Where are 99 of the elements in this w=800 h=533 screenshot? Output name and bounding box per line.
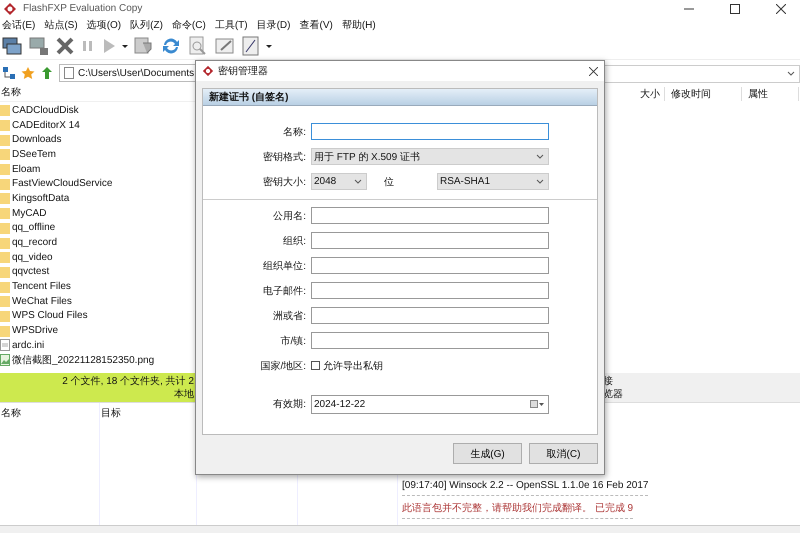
folder-icon xyxy=(0,104,10,116)
field-label: 有效期: xyxy=(272,398,307,411)
folder-icon xyxy=(0,148,10,160)
folder-icon xyxy=(0,280,10,293)
star-icon[interactable] xyxy=(21,66,35,80)
folder-icon xyxy=(0,207,10,220)
checkbox-label[interactable]: 允许导出私钥 xyxy=(323,358,383,372)
window-title: FlashFXP Evaluation Copy xyxy=(23,3,142,14)
folder-icon xyxy=(0,266,10,278)
menu-item[interactable]: 会话(E) xyxy=(2,18,36,32)
dialog-button[interactable]: 生成(G) xyxy=(453,443,522,464)
menu-item[interactable]: 查看(V) xyxy=(299,18,333,32)
field-label: 名称: xyxy=(282,126,307,138)
file-name[interactable]: WPSDrive xyxy=(12,325,58,336)
menu-item[interactable]: 选项(O) xyxy=(86,18,122,32)
section-header: 新建证书 (自签名) xyxy=(203,89,597,106)
file-name[interactable]: KingsoftData xyxy=(12,192,70,204)
folder-icon xyxy=(0,178,10,190)
tree-icon[interactable] xyxy=(2,66,16,80)
field-label: 市/镇: xyxy=(279,334,307,348)
date-field[interactable]: 2024-12-22 xyxy=(311,394,549,414)
chevron-down-icon xyxy=(787,71,795,77)
unit-label: 位 xyxy=(383,176,395,188)
folder-icon xyxy=(0,295,10,308)
field-label: 电子邮件: xyxy=(262,284,307,298)
field-label: 洲或省: xyxy=(272,310,307,322)
column-header[interactable]: 名称 xyxy=(0,403,100,525)
menu-item[interactable]: 站点(S) xyxy=(44,18,78,32)
text-field[interactable] xyxy=(311,232,549,249)
menu-item[interactable]: 工具(T) xyxy=(214,18,248,32)
disconnect-icon[interactable] xyxy=(28,36,50,56)
text-field[interactable] xyxy=(311,332,549,349)
dialog-title: 密钥管理器 xyxy=(218,64,268,78)
file-name[interactable]: WeChat Files xyxy=(12,296,72,307)
file-name[interactable]: CADCloudDisk xyxy=(12,104,79,116)
computer-icon[interactable] xyxy=(1,36,23,56)
maximize-icon[interactable] xyxy=(730,4,740,14)
column-header[interactable]: 修改时间 xyxy=(671,87,742,101)
status-text: 本地 xyxy=(174,388,194,400)
log-line: 此语言包并不完整，请帮助我们完成翻译。 已完成 9 xyxy=(402,502,634,519)
file-name[interactable]: ardc.ini xyxy=(12,340,44,351)
log-line: [09:17:40] Winsock 2.2 -- OpenSSL 1.1.0e 16 Feb 2017 xyxy=(402,479,648,496)
text-field[interactable] xyxy=(311,123,549,140)
app-logo-icon xyxy=(202,65,214,77)
status-text: 2 个文件, 18 个文件夹, 共计 2 xyxy=(62,374,194,388)
file-name[interactable]: qq_video xyxy=(12,252,53,263)
file-name[interactable]: DSeeTem xyxy=(12,148,56,160)
menu-item[interactable]: 命令(C) xyxy=(172,18,206,32)
column-header[interactable]: 名称 xyxy=(1,85,21,99)
field-label: 组织单位: xyxy=(262,260,307,272)
close-icon[interactable] xyxy=(776,4,786,14)
document-icon xyxy=(64,67,74,79)
file-name[interactable]: FastViewCloudService xyxy=(12,178,112,190)
field-label: 公用名: xyxy=(272,210,307,222)
abort-icon[interactable] xyxy=(55,36,75,56)
field-label: 密钥大小: xyxy=(262,176,307,188)
chevron-down-icon xyxy=(354,178,362,184)
folder-icon xyxy=(0,236,10,249)
field-label: 国家/地区: xyxy=(259,360,307,372)
menu-item[interactable]: 帮助(H) xyxy=(342,18,376,32)
field-label: 密钥格式: xyxy=(262,150,307,164)
column-header[interactable]: 属性 xyxy=(748,87,799,101)
folder-icon xyxy=(0,119,10,132)
file-name[interactable]: qq_offline xyxy=(12,222,56,234)
file-name[interactable]: Downloads xyxy=(12,134,62,146)
column-header[interactable]: 大小 xyxy=(636,87,665,101)
file-name[interactable]: Eloam xyxy=(12,164,40,175)
menu-item[interactable]: 目录(D) xyxy=(256,18,290,32)
folder-icon xyxy=(0,134,10,146)
folder-icon xyxy=(0,324,10,337)
file-name[interactable]: qqvctest xyxy=(12,266,50,278)
image-file-icon xyxy=(0,354,10,366)
chevron-down-icon xyxy=(536,154,544,160)
chevron-down-icon xyxy=(536,178,544,184)
dropdown[interactable]: 2048 xyxy=(311,173,367,190)
file-name[interactable]: CADEditorX 14 xyxy=(12,120,80,131)
field-label: 组织: xyxy=(282,234,307,248)
dropdown[interactable]: 用于 FTP 的 X.509 证书 xyxy=(311,148,549,165)
dropdown[interactable]: RSA-SHA1 xyxy=(437,173,549,190)
file-name[interactable]: qq_record xyxy=(12,237,58,248)
checkbox[interactable] xyxy=(311,361,320,370)
file-name[interactable]: 微信截图_20221128152350.png xyxy=(12,353,154,368)
file-name[interactable]: WPS Cloud Files xyxy=(12,310,88,322)
text-field[interactable] xyxy=(311,307,549,324)
folder-icon xyxy=(0,310,10,322)
folder-icon xyxy=(0,163,10,176)
close-icon[interactable] xyxy=(589,66,598,76)
text-field[interactable] xyxy=(311,207,549,224)
file-name[interactable]: Tencent Files xyxy=(12,281,71,292)
file-name[interactable]: MyCAD xyxy=(12,208,46,219)
text-field[interactable] xyxy=(311,257,549,274)
dialog-button[interactable]: 取消(C) xyxy=(529,443,598,464)
folder-icon xyxy=(0,251,10,264)
menu-item[interactable]: 队列(Z) xyxy=(130,18,163,32)
text-field[interactable] xyxy=(311,282,549,299)
calendar-icon[interactable] xyxy=(530,400,544,408)
up-arrow-icon[interactable] xyxy=(40,66,54,80)
folder-icon xyxy=(0,192,10,204)
folder-icon xyxy=(0,222,10,234)
